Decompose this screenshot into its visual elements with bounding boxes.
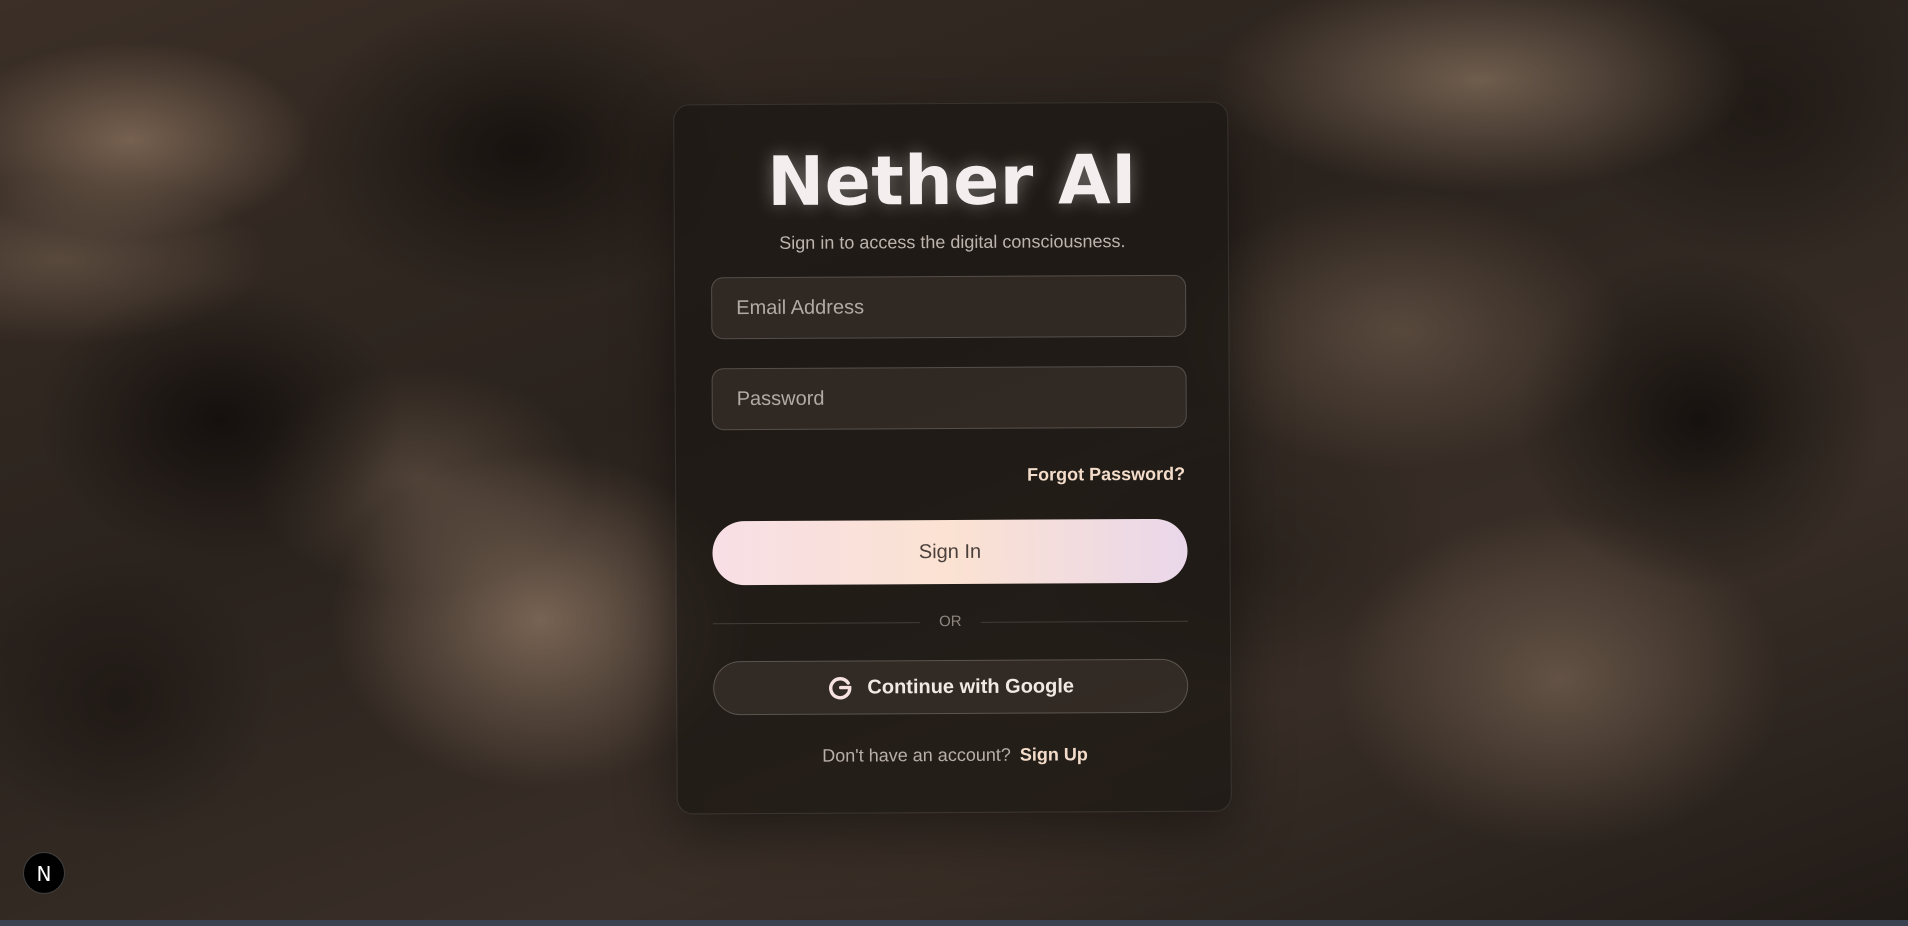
forgot-password-link[interactable]: Forgot Password? — [1027, 464, 1185, 486]
bottom-edge — [0, 920, 1908, 926]
google-g-icon — [827, 675, 853, 701]
or-divider: OR — [712, 611, 1188, 633]
signup-prompt: Don't have an account? Sign Up — [678, 744, 1233, 768]
email-input[interactable] — [711, 274, 1187, 340]
signin-card: Nether AI Sign in to access the digital … — [673, 101, 1233, 815]
sign-up-link[interactable]: Sign Up — [1020, 744, 1088, 764]
app-subtitle: Sign in to access the digital consciousn… — [779, 231, 1126, 253]
google-button-label: Continue with Google — [867, 674, 1075, 698]
app-title: Nether AI — [766, 141, 1138, 222]
nextjs-icon[interactable]: N — [23, 852, 65, 894]
signup-prompt-text: Don't have an account? — [822, 744, 1011, 766]
sign-in-button[interactable]: Sign In — [712, 518, 1188, 586]
password-input[interactable] — [711, 365, 1187, 431]
google-signin-button[interactable]: Continue with Google — [713, 658, 1189, 716]
